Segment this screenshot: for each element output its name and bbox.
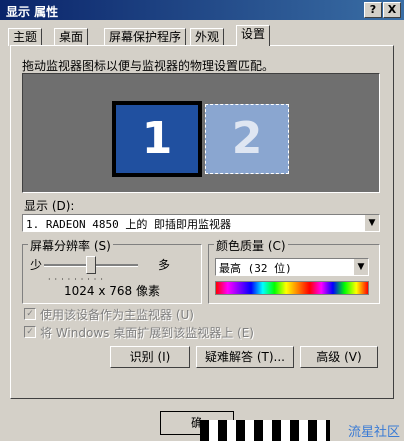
resolution-less-label: 少 xyxy=(30,258,43,272)
tab-appearance[interactable]: 外观 xyxy=(190,28,225,46)
resolution-slider-thumb[interactable] xyxy=(86,256,96,274)
troubleshoot-button[interactable]: 疑难解答 (T)... xyxy=(196,346,294,368)
display-properties-window: 显示 属性 ? X 主题 桌面 屏幕保护程序 外观 设置 拖动监视器图标以便与监… xyxy=(0,0,404,441)
monitor-layout-area[interactable]: 1 2 xyxy=(22,73,380,193)
color-quality-value: 最高 (32 位) xyxy=(219,262,292,275)
color-quality-label: 颜色质量 (C) xyxy=(214,237,288,254)
primary-monitor-checkbox[interactable]: ✓ xyxy=(24,308,36,320)
primary-monitor-label: 使用该设备作为主监视器 (U) xyxy=(40,308,194,322)
tab-screensaver[interactable]: 屏幕保护程序 xyxy=(104,28,187,46)
advanced-button[interactable]: 高级 (V) xyxy=(300,346,378,368)
display-select-value: 1. RADEON 4850 上的 即插即用监视器 xyxy=(26,218,231,231)
tab-theme[interactable]: 主题 xyxy=(8,28,43,46)
resolution-more-label: 多 xyxy=(158,258,171,272)
color-quality-select[interactable]: 最高 (32 位) ▼ xyxy=(215,258,369,276)
extend-desktop-label: 将 Windows 桌面扩展到该监视器上 (E) xyxy=(40,326,254,340)
drag-instruction: 拖动监视器图标以便与监视器的物理设置匹配。 xyxy=(22,59,275,73)
tab-desktop[interactable]: 桌面 xyxy=(54,28,89,46)
title-bar[interactable]: 显示 属性 ? X xyxy=(0,0,404,20)
resolution-group-label: 屏幕分辨率 (S) xyxy=(28,237,113,254)
window-title: 显示 属性 xyxy=(6,5,59,19)
help-button[interactable]: ? xyxy=(364,2,382,18)
monitor-2-icon[interactable]: 2 xyxy=(205,104,289,174)
pixelated-overlay xyxy=(200,420,330,441)
tab-settings[interactable]: 设置 xyxy=(236,25,271,46)
display-label: 显示 (D): xyxy=(24,199,75,213)
close-button[interactable]: X xyxy=(383,2,401,18)
identify-button[interactable]: 识别 (I) xyxy=(110,346,190,368)
dropdown-arrow-icon[interactable]: ▼ xyxy=(353,259,368,275)
extend-desktop-checkbox[interactable]: ✓ xyxy=(24,326,36,338)
watermark: 流星社区 xyxy=(347,425,400,440)
dropdown-arrow-icon[interactable]: ▼ xyxy=(364,215,379,231)
resolution-value: 1024 x 768 像素 xyxy=(64,284,160,298)
display-select[interactable]: 1. RADEON 4850 上的 即插即用监视器 ▼ xyxy=(22,214,380,232)
monitor-1-icon[interactable]: 1 xyxy=(112,101,202,177)
color-spectrum-bar xyxy=(215,281,369,295)
